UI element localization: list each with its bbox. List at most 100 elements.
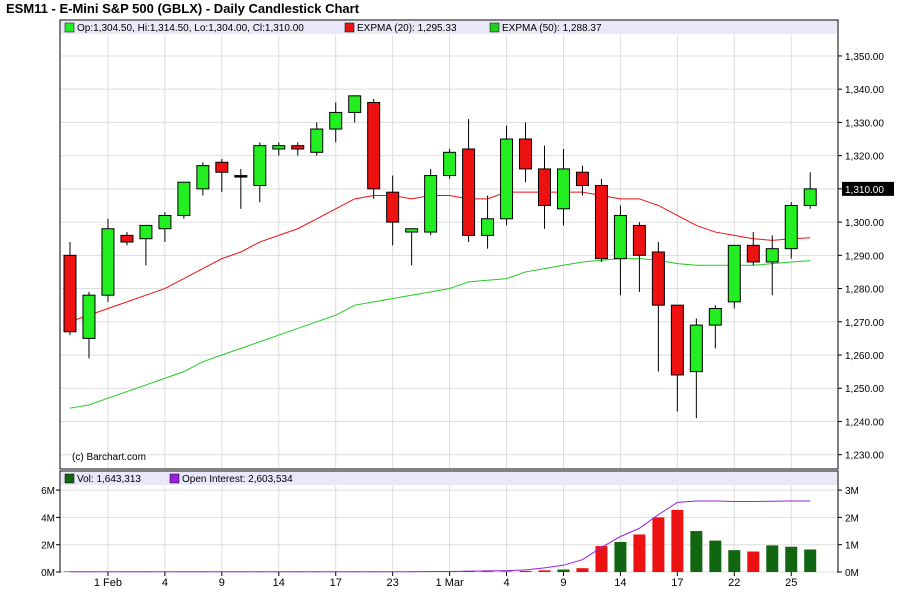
candle <box>594 178 608 262</box>
ema20-legend-swatch <box>344 22 355 33</box>
candle-body <box>234 175 248 178</box>
candle-body <box>329 111 343 130</box>
candle-body <box>613 214 627 260</box>
candle <box>177 181 191 219</box>
x-axis: 1 Feb 4 9 14 17 23 1 Mar 4 9 14 17 22 25 <box>94 572 797 589</box>
volume-bar <box>709 540 722 572</box>
volume-legend-swatch <box>64 473 75 484</box>
candle-body <box>803 188 817 206</box>
candle-body <box>367 101 381 190</box>
x-tick-label: 22 <box>728 577 740 589</box>
candle-body <box>405 228 419 233</box>
volume-bar <box>519 570 532 572</box>
candle <box>727 244 741 309</box>
candle-body <box>765 248 779 263</box>
volume-bar <box>500 571 513 572</box>
price-tick-label: 1,260.00 <box>845 351 884 362</box>
volume-right-tick-label: 2M <box>845 513 859 524</box>
x-tick-label: 4 <box>503 577 509 589</box>
candle-body <box>215 161 229 173</box>
price-tick-label: 1,230.00 <box>845 451 884 462</box>
volume-bar <box>557 569 570 572</box>
x-tick-label: 17 <box>671 577 683 589</box>
candle <box>101 218 115 302</box>
candle-body <box>120 234 134 243</box>
price-tick-label: 1,280.00 <box>845 285 884 296</box>
price-tick-label: 1,300.00 <box>845 218 884 229</box>
x-tick-label: 23 <box>387 577 399 589</box>
price-axis: 1,230.00 1,240.00 1,250.00 1,260.00 1,270.00… <box>838 52 894 462</box>
chart-canvas: Op:1,304.50, Hi:1,314.50, Lo:1,304.00, C… <box>41 19 894 589</box>
candle-body <box>139 224 153 240</box>
candle-body <box>158 214 172 230</box>
x-tick-label: 4 <box>162 577 168 589</box>
volume-left-tick-label: 4M <box>41 513 55 524</box>
volume-bar <box>747 551 760 572</box>
x-tick-label: 9 <box>219 577 225 589</box>
volume-bar <box>804 549 817 572</box>
volume-bar <box>633 534 646 572</box>
price-tick-label: 1,320.00 <box>845 152 884 163</box>
candle-body <box>386 191 400 223</box>
x-tick-label: 25 <box>785 577 797 589</box>
candle-body <box>556 168 570 210</box>
candle-body <box>424 175 438 233</box>
candle-body <box>632 224 646 256</box>
candle-body <box>196 165 210 190</box>
volume-bar <box>538 570 551 572</box>
last-price-label: 1,310.00 <box>845 185 884 196</box>
volume-bar <box>728 550 741 572</box>
x-tick-label: 14 <box>273 577 285 589</box>
ohlc-legend-swatch <box>64 22 75 33</box>
ema50-legend-swatch <box>489 22 500 33</box>
candle <box>424 168 438 236</box>
volume-right-tick-label: 0M <box>845 568 859 579</box>
x-tick-label: 1 Mar <box>436 577 464 589</box>
candle <box>63 242 77 336</box>
x-tick-label: 9 <box>560 577 566 589</box>
candle-body <box>575 171 589 187</box>
ohlc-legend-text: Op:1,304.50, Hi:1,314.50, Lo:1,304.00, C… <box>77 23 304 34</box>
candle-body <box>310 128 324 153</box>
candle-body <box>727 244 741 303</box>
candle-body <box>519 138 533 170</box>
volume-left-tick-label: 0M <box>41 568 55 579</box>
candle-body <box>348 95 362 113</box>
candle-body <box>689 324 703 373</box>
candle-body <box>746 244 760 263</box>
price-tick-label: 1,250.00 <box>845 384 884 395</box>
volume-bar <box>481 571 494 572</box>
candle-body <box>272 145 286 150</box>
volume-bar <box>766 545 779 572</box>
price-tick-label: 1,330.00 <box>845 118 884 129</box>
volume-bar <box>690 531 703 572</box>
volume-right-tick-label: 1M <box>845 541 859 552</box>
candle-body <box>82 294 96 339</box>
candle-body <box>481 218 495 236</box>
price-panel <box>59 19 839 470</box>
candle-body <box>462 148 476 236</box>
volume-left-tick-label: 2M <box>41 541 55 552</box>
volume-legend-text: Vol: 1,643,313 <box>77 474 141 485</box>
price-tick-label: 1,350.00 <box>845 52 884 63</box>
candle-body <box>443 151 457 177</box>
watermark: (c) Barchart.com <box>72 452 146 463</box>
candle-body <box>253 145 267 187</box>
candle-body <box>784 204 798 250</box>
candle <box>367 99 381 199</box>
candle-body <box>63 254 77 333</box>
ema20-legend-text: EXPMA (20): 1,295.33 <box>357 23 457 34</box>
x-tick-label: 1 Feb <box>94 577 122 589</box>
volume-bar <box>576 568 589 572</box>
volume-bar <box>614 541 627 572</box>
candle-body <box>101 228 115 296</box>
price-tick-label: 1,240.00 <box>845 417 884 428</box>
candle <box>443 148 457 179</box>
x-tick-label: 17 <box>330 577 342 589</box>
candle-body <box>651 251 665 306</box>
volume-bar <box>671 509 684 572</box>
price-tick-label: 1,290.00 <box>845 251 884 262</box>
candle-body <box>291 145 305 150</box>
candle-body <box>708 307 722 326</box>
candle-body <box>538 168 551 206</box>
